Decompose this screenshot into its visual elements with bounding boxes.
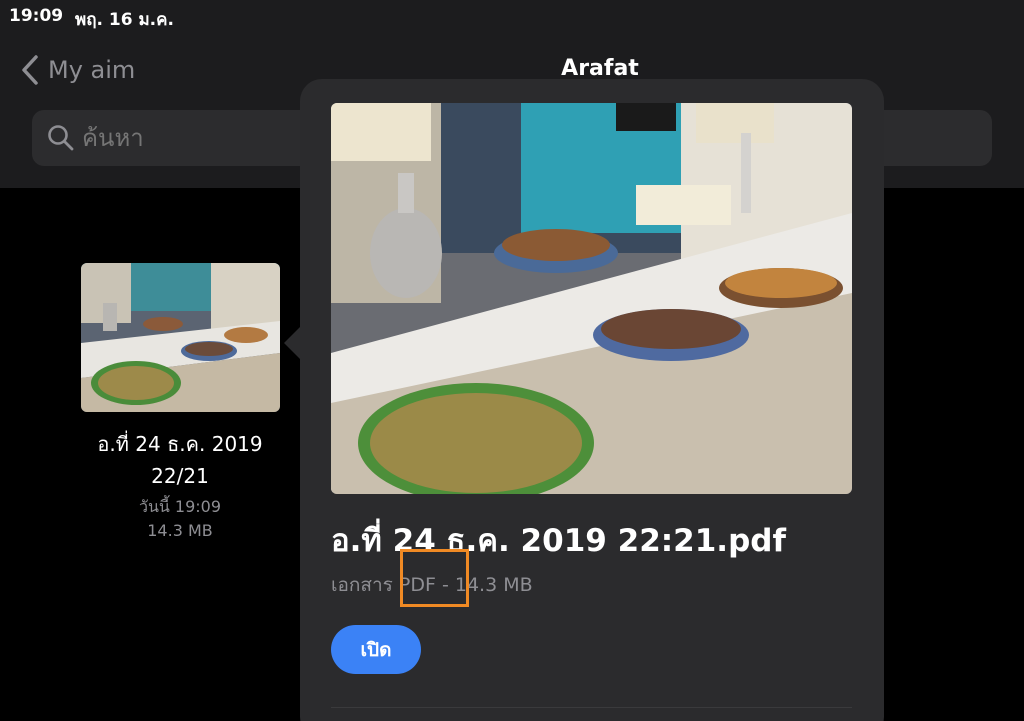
food-buffet-preview-image bbox=[331, 103, 852, 494]
open-button[interactable]: เปิด bbox=[331, 625, 421, 674]
search-input[interactable] bbox=[82, 124, 322, 152]
file-date: วันนี้ 19:09 bbox=[138, 497, 222, 516]
search-icon bbox=[48, 125, 74, 151]
file-size: 14.3 MB bbox=[147, 521, 213, 540]
quick-look-popover: อ.ที่ 24 ธ.ค. 2019 22:21.pdf เอกสาร PDF … bbox=[300, 79, 884, 721]
file-thumbnail[interactable] bbox=[81, 263, 280, 412]
highlight-annotation bbox=[400, 549, 469, 607]
status-bar: 19:09 พฤ. 16 ม.ค. bbox=[0, 0, 1024, 34]
file-name-line2: 22/21 bbox=[151, 464, 209, 488]
divider bbox=[331, 707, 852, 708]
file-name-line1: อ.ที่ 24 ธ.ค. 2019 bbox=[97, 432, 263, 456]
document-preview bbox=[331, 103, 852, 494]
food-buffet-thumbnail-image bbox=[81, 263, 280, 412]
status-date: พฤ. 16 ม.ค. bbox=[75, 10, 174, 30]
file-name: อ.ที่ 24 ธ.ค. 2019 22/21 bbox=[60, 428, 300, 492]
page-title: Arafat bbox=[561, 56, 639, 81]
status-time: 19:09 bbox=[9, 6, 64, 26]
